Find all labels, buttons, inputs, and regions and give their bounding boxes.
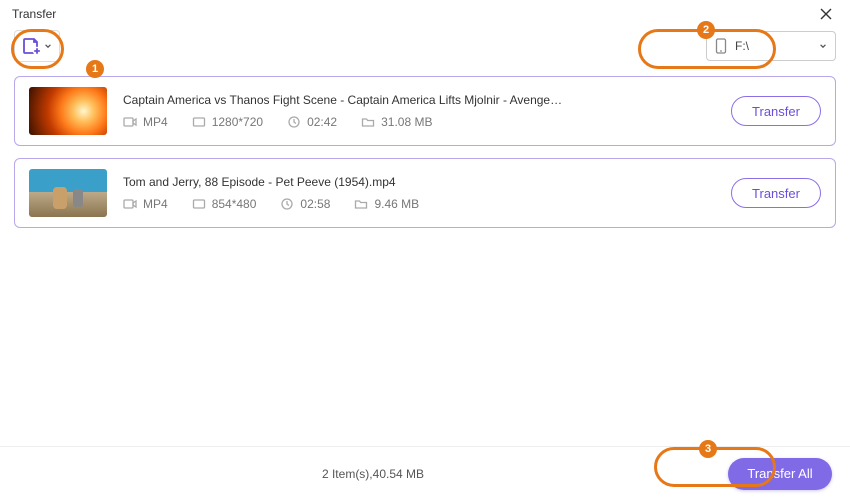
destination-dropdown[interactable]: F:\	[706, 31, 836, 61]
video-thumbnail	[29, 169, 107, 217]
close-icon	[820, 8, 832, 20]
resolution-chip: 854*480	[192, 197, 257, 211]
window-title: Transfer	[12, 7, 56, 21]
format-chip: MP4	[123, 197, 168, 211]
close-button[interactable]	[812, 3, 840, 25]
add-file-icon	[22, 37, 42, 55]
resolution-icon	[192, 116, 206, 128]
size-chip: 9.46 MB	[354, 197, 419, 211]
destination-label: F:\	[735, 39, 811, 53]
titlebar: Transfer	[0, 0, 850, 24]
items-summary: 2 Item(s),40.54 MB	[18, 467, 728, 481]
add-file-button[interactable]	[14, 30, 60, 62]
transfer-button[interactable]: Transfer	[731, 96, 821, 126]
file-name: Captain America vs Thanos Fight Scene - …	[123, 93, 563, 107]
size-chip: 31.08 MB	[361, 115, 432, 129]
file-card: Captain America vs Thanos Fight Scene - …	[14, 76, 836, 146]
clock-icon	[287, 116, 301, 128]
format-chip: MP4	[123, 115, 168, 129]
video-icon	[123, 198, 137, 210]
file-meta: Tom and Jerry, 88 Episode - Pet Peeve (1…	[123, 175, 715, 211]
file-details: MP4 854*480 02:58 9.46 MB	[123, 197, 715, 211]
footer: 2 Item(s),40.54 MB Transfer All	[0, 446, 850, 500]
resolution-icon	[192, 198, 206, 210]
file-name: Tom and Jerry, 88 Episode - Pet Peeve (1…	[123, 175, 563, 189]
file-meta: Captain America vs Thanos Fight Scene - …	[123, 93, 715, 129]
file-details: MP4 1280*720 02:42 31.08 MB	[123, 115, 715, 129]
clock-icon	[280, 198, 294, 210]
phone-icon	[715, 38, 727, 54]
file-list: Captain America vs Thanos Fight Scene - …	[0, 68, 850, 446]
transfer-button[interactable]: Transfer	[731, 178, 821, 208]
folder-icon	[354, 198, 368, 210]
transfer-all-button[interactable]: Transfer All	[728, 458, 832, 490]
folder-icon	[361, 116, 375, 128]
chevron-down-icon	[819, 42, 827, 50]
toolbar: F:\	[0, 24, 850, 68]
transfer-window: Transfer F:\	[0, 0, 850, 500]
video-icon	[123, 116, 137, 128]
file-card: Tom and Jerry, 88 Episode - Pet Peeve (1…	[14, 158, 836, 228]
video-thumbnail	[29, 87, 107, 135]
chevron-down-icon	[44, 42, 52, 50]
duration-chip: 02:42	[287, 115, 337, 129]
duration-chip: 02:58	[280, 197, 330, 211]
resolution-chip: 1280*720	[192, 115, 263, 129]
